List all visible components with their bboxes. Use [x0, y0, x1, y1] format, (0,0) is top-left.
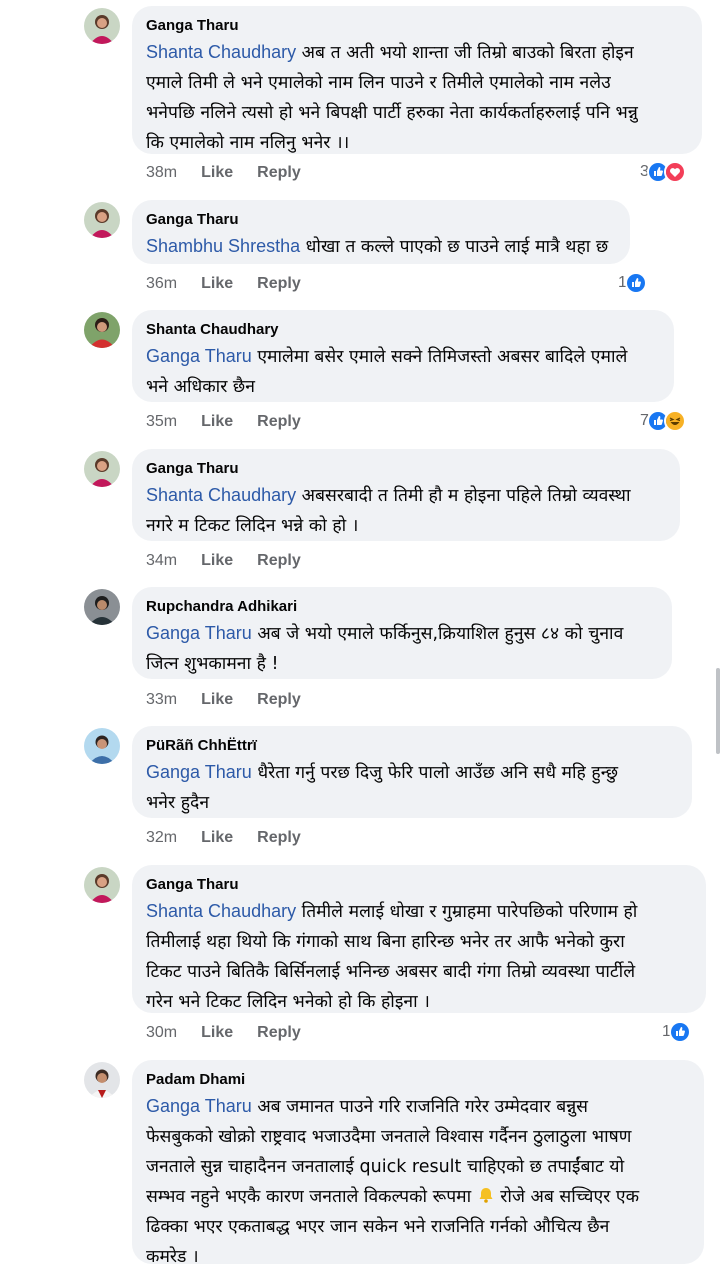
mention-link[interactable]: Shanta Chaudhary: [146, 42, 296, 62]
avatar[interactable]: [84, 728, 120, 764]
comment-bubble: Shanta Chaudhary Ganga Tharu एमालेमा बसे…: [132, 310, 674, 402]
comment-text: Shanta Chaudhary अबसरबादी त तिमी हौ म हो…: [146, 485, 631, 536]
avatar[interactable]: [84, 1062, 120, 1098]
reaction-summary[interactable]: 1: [662, 1020, 691, 1044]
reaction-summary[interactable]: 3: [640, 160, 686, 184]
reply-button[interactable]: Reply: [257, 411, 301, 433]
like-icon: [668, 1021, 691, 1043]
love-icon: [663, 161, 686, 183]
mention-link[interactable]: Ganga Tharu: [146, 346, 252, 366]
comment-text: Shambhu Shrestha धोखा त कल्ले पाएको छ पा…: [146, 236, 609, 257]
comment-text: Ganga Tharu अब जे भयो एमाले फर्किनुस,क्र…: [146, 623, 624, 674]
comment-author[interactable]: Rupchandra Adhikari: [146, 597, 658, 617]
reply-button[interactable]: Reply: [257, 162, 301, 184]
comment-author[interactable]: PüRãñ ChhËttrï: [146, 736, 678, 756]
like-button[interactable]: Like: [201, 162, 233, 184]
avatar[interactable]: [84, 8, 120, 44]
comment-bubble: Padam Dhami Ganga Tharu अब जमानत पाउने ग…: [132, 1060, 704, 1264]
avatar[interactable]: [84, 202, 120, 238]
comment-author[interactable]: Ganga Tharu: [146, 459, 666, 479]
avatar[interactable]: [84, 867, 120, 903]
comment-text: Shanta Chaudhary अब त अती भयो शान्ता जी …: [146, 42, 638, 153]
comment-author[interactable]: Ganga Tharu: [146, 210, 616, 230]
like-icon: [624, 272, 647, 294]
like-button[interactable]: Like: [201, 273, 233, 295]
comment-text: Ganga Tharu अब जमानत पाउने गरि राजनिति ग…: [146, 1096, 640, 1264]
comment-time[interactable]: 30m: [146, 1022, 177, 1044]
comment-time[interactable]: 38m: [146, 162, 177, 184]
reaction-summary[interactable]: 1: [618, 271, 647, 295]
reply-button[interactable]: Reply: [257, 1022, 301, 1044]
comment-time[interactable]: 34m: [146, 550, 177, 572]
mention-link[interactable]: Shanta Chaudhary: [146, 901, 296, 921]
mention-link[interactable]: Ganga Tharu: [146, 762, 252, 782]
comment-text: Ganga Tharu धैरेता गर्नु परछ दिजु फेरि प…: [146, 762, 618, 813]
comment-bubble: Ganga Tharu Shanta Chaudhary अबसरबादी त …: [132, 449, 680, 541]
like-button[interactable]: Like: [201, 689, 233, 711]
comment-author[interactable]: Padam Dhami: [146, 1070, 690, 1090]
comment-bubble: Ganga Tharu Shambhu Shrestha धोखा त कल्ल…: [132, 200, 630, 264]
comment-bubble: Ganga Tharu Shanta Chaudhary तिमीले मलाई…: [132, 865, 706, 1013]
mention-link[interactable]: Shambhu Shrestha: [146, 236, 300, 256]
reply-button[interactable]: Reply: [257, 273, 301, 295]
comment-time[interactable]: 35m: [146, 411, 177, 433]
comment-actions: 33m Like Reply: [146, 689, 325, 711]
reaction-summary[interactable]: 7: [640, 409, 686, 433]
comment-actions: 32m Like Reply: [146, 827, 325, 849]
comment-actions: 36m Like Reply: [146, 273, 325, 295]
like-button[interactable]: Like: [201, 1022, 233, 1044]
comment-actions: 38m Like Reply: [146, 162, 325, 184]
comment-time[interactable]: 33m: [146, 689, 177, 711]
reply-button[interactable]: Reply: [257, 550, 301, 572]
avatar[interactable]: [84, 589, 120, 625]
like-button[interactable]: Like: [201, 411, 233, 433]
comment-bubble: PüRãñ ChhËttrï Ganga Tharu धैरेता गर्नु …: [132, 726, 692, 818]
comment-time[interactable]: 32m: [146, 827, 177, 849]
comment-actions: 30m Like Reply: [146, 1022, 325, 1044]
mention-link[interactable]: Shanta Chaudhary: [146, 485, 296, 505]
avatar[interactable]: [84, 451, 120, 487]
mention-link[interactable]: Ganga Tharu: [146, 623, 252, 643]
comment-text: Shanta Chaudhary तिमीले मलाई धोखा र गुम्…: [146, 901, 638, 1012]
scrollbar[interactable]: [716, 668, 720, 754]
reply-button[interactable]: Reply: [257, 689, 301, 711]
avatar[interactable]: [84, 312, 120, 348]
comment-author[interactable]: Ganga Tharu: [146, 16, 688, 36]
reply-button[interactable]: Reply: [257, 827, 301, 849]
comment-actions: 34m Like Reply: [146, 550, 325, 572]
like-button[interactable]: Like: [201, 827, 233, 849]
bell-icon: [479, 1188, 493, 1203]
comment-bubble: Rupchandra Adhikari Ganga Tharu अब जे भय…: [132, 587, 672, 679]
comment-author[interactable]: Ganga Tharu: [146, 875, 692, 895]
comment-actions: 35m Like Reply: [146, 411, 325, 433]
haha-icon: [663, 410, 686, 432]
comment-text: Ganga Tharu एमालेमा बसेर एमाले सक्ने तिम…: [146, 346, 628, 397]
mention-link[interactable]: Ganga Tharu: [146, 1096, 252, 1116]
comment-time[interactable]: 36m: [146, 273, 177, 295]
like-button[interactable]: Like: [201, 550, 233, 572]
comment-bubble: Ganga Tharu Shanta Chaudhary अब त अती भय…: [132, 6, 702, 154]
comment-author[interactable]: Shanta Chaudhary: [146, 320, 660, 340]
